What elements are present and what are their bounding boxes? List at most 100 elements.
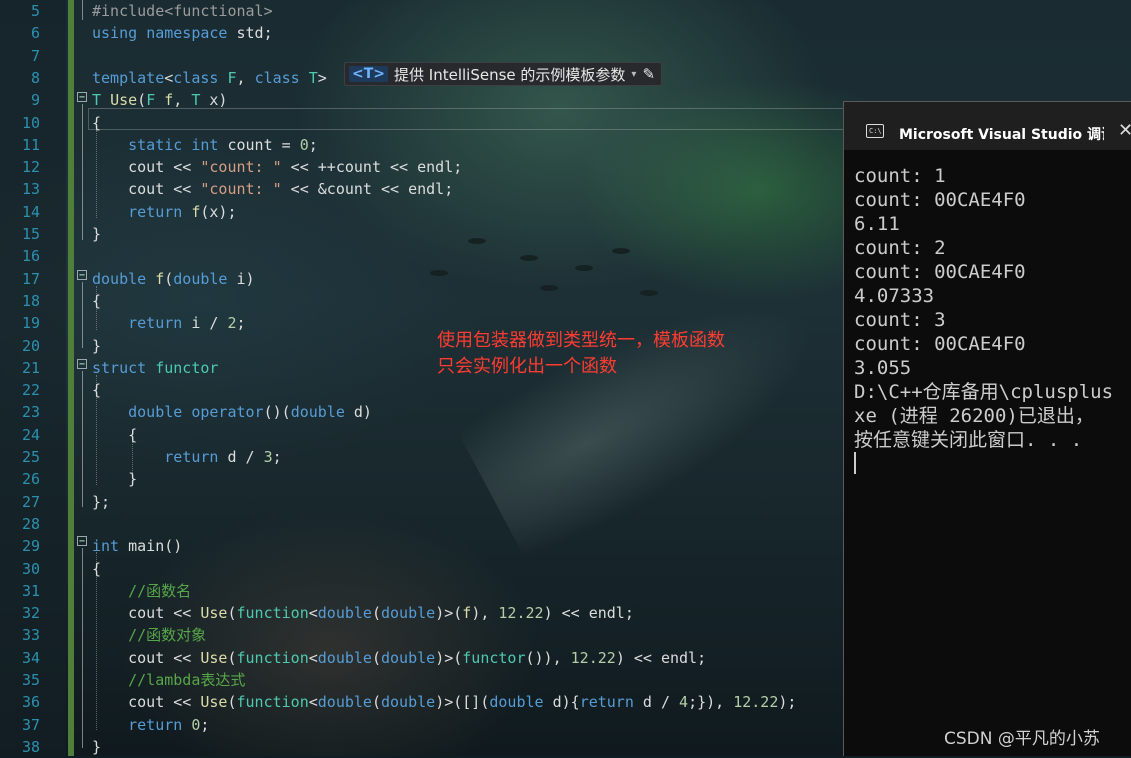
line-number: 25 (21, 448, 40, 466)
code-line[interactable]: } (92, 468, 137, 490)
close-icon[interactable]: ✕ (1118, 120, 1131, 141)
console-icon: C:\ (866, 124, 884, 138)
line-number: 21 (21, 358, 40, 377)
line-number: 7 (30, 46, 40, 65)
line-number: 30 (21, 559, 40, 578)
code-line[interactable]: cout << "count: " << &count << endl; (92, 178, 453, 200)
outline-line (82, 104, 83, 240)
line-number: 32 (21, 604, 40, 623)
console-title: Microsoft Visual Studio 调试控制台 (899, 127, 1104, 143)
background-fish (612, 248, 630, 254)
console-output-line: 按任意键关闭此窗口. . . (854, 429, 1083, 451)
fold-toggle-icon[interactable]: − (77, 536, 87, 547)
line-number: 6 (30, 24, 40, 43)
line-number: 26 (21, 470, 40, 489)
code-line[interactable]: cout << Use(function<double(double)>(f),… (92, 602, 634, 624)
intellisense-template-hint[interactable]: <T> 提供 IntelliSense 的示例模板参数 ▾ ✎ (344, 62, 663, 86)
console-output-line: 3.055 (854, 357, 912, 379)
annotation-line-2: 只会实例化出一个函数 (437, 356, 617, 377)
line-number: 9 (30, 91, 40, 110)
line-number: 18 (21, 291, 40, 310)
console-output-line: count: 3 (854, 309, 946, 331)
console-output-line: xe (进程 26200)已退出， (854, 405, 1094, 427)
debug-console-window[interactable]: C:\ Microsoft Visual Studio 调试控制台 ✕ coun… (843, 101, 1131, 756)
template-badge: <T> (349, 66, 389, 82)
code-line[interactable]: { (92, 290, 101, 312)
watermark: CSDN @平凡的小苏 (944, 729, 1100, 749)
code-line[interactable]: } (92, 223, 101, 245)
line-number: 31 (21, 581, 40, 600)
outline-line (82, 0, 83, 20)
line-number: 14 (21, 202, 40, 221)
line-number: 12 (21, 158, 40, 177)
code-line[interactable]: return i / 2; (92, 312, 245, 334)
intellisense-hint-text: 提供 IntelliSense 的示例模板参数 (394, 65, 626, 84)
background-fish (575, 265, 593, 271)
code-line[interactable]: template<class F, class T> (92, 67, 327, 89)
current-line-highlight (88, 108, 848, 130)
code-line[interactable]: //函数名 (92, 580, 191, 602)
code-line[interactable]: static int count = 0; (92, 134, 318, 156)
code-line[interactable]: } (92, 335, 101, 357)
code-line[interactable]: { (92, 379, 101, 401)
background-fish (430, 270, 448, 276)
console-output-line: count: 1 (854, 165, 946, 187)
line-number: 11 (21, 135, 40, 154)
code-line[interactable]: { (92, 112, 101, 134)
line-number: 15 (21, 225, 40, 243)
line-number: 33 (21, 626, 40, 645)
console-titlebar[interactable]: C:\ Microsoft Visual Studio 调试控制台 ✕ (844, 102, 1131, 150)
line-number: 29 (21, 537, 40, 556)
fold-toggle-icon[interactable]: − (77, 92, 87, 103)
code-line[interactable]: #include<functional> (92, 0, 273, 22)
code-line[interactable]: //lambda表达式 (92, 669, 245, 691)
line-number: 23 (21, 403, 40, 422)
code-line[interactable]: return f(x); (92, 201, 236, 223)
change-tracking-bar (68, 0, 74, 756)
fold-toggle-icon[interactable]: − (77, 359, 87, 370)
code-line[interactable]: return d / 3; (92, 446, 281, 468)
code-line[interactable]: cout << Use(function<double(double)>([](… (92, 691, 796, 713)
code-line[interactable]: T Use(F f, T x) (92, 89, 227, 111)
line-number: 5 (30, 2, 40, 20)
line-number: 34 (21, 648, 40, 667)
console-output-line: 6.11 (854, 213, 900, 235)
line-number: 20 (21, 336, 40, 355)
code-line[interactable]: double operator()(double d) (92, 401, 372, 423)
line-number: 8 (30, 68, 40, 87)
line-number: 37 (21, 715, 40, 734)
code-line[interactable]: cout << "count: " << ++count << endl; (92, 156, 462, 178)
code-line[interactable]: struct functor (92, 357, 218, 379)
annotation-line-1: 使用包装器做到类型统一，模板函数 (437, 330, 725, 351)
code-line[interactable]: double f(double i) (92, 268, 255, 290)
background-shark (453, 254, 847, 566)
console-output[interactable]: count: 1 count: 00CAE4F0 6.11 count: 2 count… (854, 164, 1131, 452)
line-number: 22 (21, 381, 40, 400)
fold-toggle-icon[interactable]: − (77, 270, 87, 281)
console-output-line: 4.07333 (854, 285, 935, 307)
code-line[interactable]: }; (92, 491, 110, 513)
chevron-down-icon[interactable]: ▾ (631, 69, 636, 80)
background-fish (520, 255, 538, 261)
line-number: 10 (21, 113, 40, 132)
line-number: 24 (21, 425, 40, 444)
outline-line (82, 548, 83, 748)
background-fish (468, 238, 486, 244)
line-number: 13 (21, 180, 40, 199)
code-line[interactable]: } (92, 736, 101, 758)
code-line[interactable]: int main() (92, 535, 182, 557)
line-number: 38 (21, 737, 40, 756)
code-line[interactable]: return 0; (92, 714, 209, 736)
console-output-line: count: 00CAE4F0 (854, 189, 1026, 211)
outline-line (82, 371, 83, 507)
code-line[interactable]: //函数对象 (92, 624, 206, 646)
line-number: 17 (21, 269, 40, 288)
code-line[interactable]: { (92, 558, 101, 580)
code-line[interactable]: cout << Use(function<double(double)>(fun… (92, 647, 706, 669)
code-line[interactable]: using namespace std; (92, 22, 273, 44)
console-cursor (854, 452, 856, 474)
console-output-line: count: 00CAE4F0 (854, 261, 1026, 283)
code-line[interactable]: { (92, 424, 137, 446)
pencil-icon[interactable]: ✎ (642, 65, 655, 83)
console-output-line: count: 00CAE4F0 (854, 333, 1026, 355)
